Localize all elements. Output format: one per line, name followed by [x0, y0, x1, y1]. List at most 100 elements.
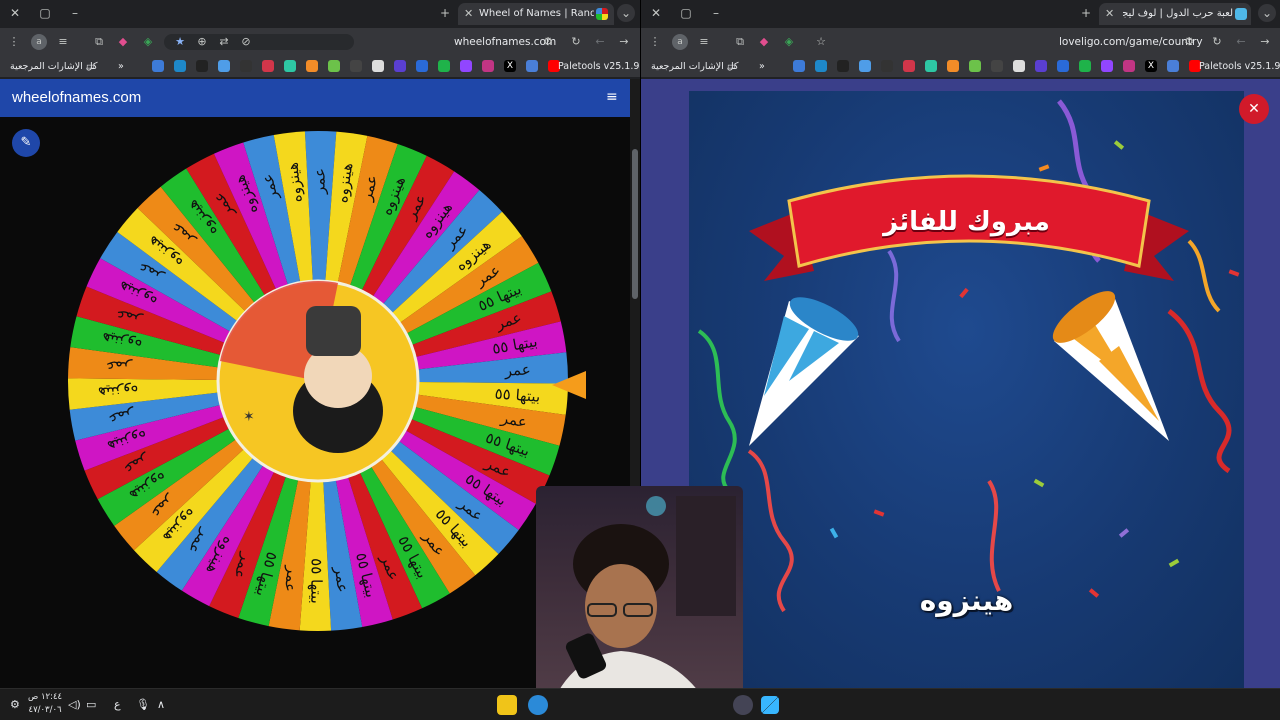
hamburger-menu-icon[interactable]: ≡ — [606, 90, 618, 104]
forward-icon[interactable]: ← — [592, 34, 608, 50]
instagram-bookmark-icon[interactable] — [1123, 60, 1135, 72]
bookmark-6-icon[interactable] — [903, 60, 915, 72]
new-tab-icon[interactable]: + — [1077, 4, 1095, 22]
back-icon[interactable]: → — [1257, 34, 1273, 50]
menu-dots-icon[interactable]: ⋮ — [647, 34, 663, 50]
bookmark-star-icon[interactable]: ★ — [172, 34, 188, 50]
back-icon[interactable]: → — [616, 34, 632, 50]
instagram-bookmark-icon[interactable] — [482, 60, 494, 72]
bookmark-1-icon[interactable] — [152, 60, 164, 72]
windows-start-icon[interactable] — [761, 696, 779, 714]
bookmark-4-icon[interactable] — [859, 60, 871, 72]
close-window-icon[interactable]: ✕ — [6, 4, 24, 22]
reload-icon[interactable]: ↻ — [568, 34, 584, 50]
bookmark-7-icon[interactable] — [284, 60, 296, 72]
app-icon[interactable] — [528, 695, 548, 715]
bookmark-9-icon[interactable] — [969, 60, 981, 72]
bookmark-11-icon[interactable] — [1013, 60, 1025, 72]
bookmark-3-icon[interactable] — [196, 60, 208, 72]
tab-search-icon[interactable]: ⌄ — [1258, 4, 1276, 22]
shield-extension-icon[interactable]: ◆ — [115, 34, 131, 50]
minimize-window-icon[interactable]: – — [66, 4, 84, 22]
volume-icon[interactable]: ◁) — [68, 697, 81, 713]
bookmark-star-icon[interactable]: ☆ — [813, 34, 829, 50]
input-language[interactable]: ع — [114, 697, 121, 713]
name-wheel[interactable]: عمر هينزوه عمرهينزوهعمرهينزوهعمرهينزوهعمرب… — [63, 126, 573, 636]
lens-icon[interactable]: ⊘ — [238, 34, 254, 50]
new-tab-icon[interactable]: + — [436, 4, 454, 22]
bookmark-3-icon[interactable] — [837, 60, 849, 72]
bookmarks-more-icon[interactable]: » — [118, 59, 124, 75]
bookmarks-more-icon[interactable]: » — [759, 59, 765, 75]
minimize-window-icon[interactable]: – — [707, 4, 725, 22]
paletools-bookmark[interactable]: Paletools v25.1.9 — [558, 59, 639, 75]
bookmark-5-icon[interactable] — [240, 60, 252, 72]
all-bookmarks-label[interactable]: كل الإشارات المرجعية — [651, 59, 739, 75]
translate-icon[interactable]: ⇄ — [216, 34, 232, 50]
reload-icon[interactable]: ↻ — [1209, 34, 1225, 50]
all-bookmarks-label[interactable]: كل الإشارات المرجعية — [10, 59, 98, 75]
x-bookmark-icon[interactable]: X — [1145, 60, 1157, 72]
bookmark-10-icon[interactable] — [350, 60, 362, 72]
bookmark-8-icon[interactable] — [306, 60, 318, 72]
bookmark-10-icon[interactable] — [991, 60, 1003, 72]
bookmark-13-icon[interactable] — [416, 60, 428, 72]
tab-close-icon[interactable]: ✕ — [464, 3, 473, 25]
twitch-bookmark-icon[interactable] — [460, 60, 472, 72]
reading-list-icon[interactable]: ≡ — [55, 34, 71, 50]
profile-avatar-icon[interactable]: a — [672, 34, 688, 50]
extensions-icon[interactable]: ⧉ — [91, 34, 107, 50]
maximize-window-icon[interactable]: ▢ — [36, 4, 54, 22]
x-bookmark-icon[interactable]: X — [504, 60, 516, 72]
network-icon[interactable]: ▭ — [86, 697, 96, 713]
bookmark-5-icon[interactable] — [881, 60, 893, 72]
adblock-extension-icon[interactable]: ◈ — [781, 34, 797, 50]
reading-list-icon[interactable]: ≡ — [696, 34, 712, 50]
scrollbar-thumb[interactable] — [632, 149, 638, 299]
twitch-bookmark-icon[interactable] — [1101, 60, 1113, 72]
profile-avatar-icon[interactable]: a — [31, 34, 47, 50]
bookmark-12-icon[interactable] — [1035, 60, 1047, 72]
tray-overflow-icon[interactable]: ∧ — [157, 697, 165, 713]
tab-wheel-of-names[interactable]: ✕ Wheel of Names | Random nam — [458, 3, 614, 25]
mic-tray-icon[interactable]: 🎙 — [136, 697, 150, 713]
notification-icon[interactable]: ⚙ — [10, 697, 20, 713]
forward-icon[interactable]: ← — [1233, 34, 1249, 50]
close-modal-icon[interactable]: ✕ — [1239, 94, 1269, 124]
wheel-center-avatar[interactable]: ✶ — [216, 279, 420, 483]
bookmark-18-icon[interactable] — [1167, 60, 1179, 72]
close-window-icon[interactable]: ✕ — [647, 4, 665, 22]
bookmark-2-icon[interactable] — [815, 60, 827, 72]
bookmark-8-icon[interactable] — [947, 60, 959, 72]
bookmark-14-icon[interactable] — [1079, 60, 1091, 72]
address-bar[interactable] — [164, 34, 354, 50]
rockstar-app-icon[interactable] — [497, 695, 517, 715]
site-settings-icon[interactable]: ⚙ — [1181, 34, 1197, 50]
bookmark-6-icon[interactable] — [262, 60, 274, 72]
extensions-icon[interactable]: ⧉ — [732, 34, 748, 50]
bookmark-13-icon[interactable] — [1057, 60, 1069, 72]
bookmark-18-icon[interactable] — [526, 60, 538, 72]
adblock-extension-icon[interactable]: ◈ — [140, 34, 156, 50]
zoom-icon[interactable]: ⊕ — [194, 34, 210, 50]
bookmark-9-icon[interactable] — [328, 60, 340, 72]
site-title[interactable]: wheelofnames.com — [12, 89, 141, 106]
bookmark-7-icon[interactable] — [925, 60, 937, 72]
tab-loveligo[interactable]: ✕ لعبة حرب الدول | لوف ليجو يوفر — [1099, 3, 1251, 25]
settings-app-icon[interactable] — [733, 695, 753, 715]
shield-extension-icon[interactable]: ◆ — [756, 34, 772, 50]
taskbar-clock[interactable]: ١٢:٤٤ ص ٤٧/٠٣/٠٦ — [28, 691, 62, 717]
tab-close-icon[interactable]: ✕ — [1105, 3, 1114, 25]
bookmark-4-icon[interactable] — [218, 60, 230, 72]
menu-dots-icon[interactable]: ⋮ — [6, 34, 22, 50]
bookmark-2-icon[interactable] — [174, 60, 186, 72]
tab-search-icon[interactable]: ⌄ — [617, 4, 635, 22]
site-settings-icon[interactable]: ⚙ — [540, 34, 556, 50]
bookmark-1-icon[interactable] — [793, 60, 805, 72]
bookmark-14-icon[interactable] — [438, 60, 450, 72]
paletools-bookmark[interactable]: Paletools v25.1.9 — [1199, 59, 1280, 75]
bookmark-12-icon[interactable] — [394, 60, 406, 72]
maximize-window-icon[interactable]: ▢ — [677, 4, 695, 22]
bookmark-11-icon[interactable] — [372, 60, 384, 72]
edit-pencil-button[interactable]: ✎ — [12, 129, 40, 157]
